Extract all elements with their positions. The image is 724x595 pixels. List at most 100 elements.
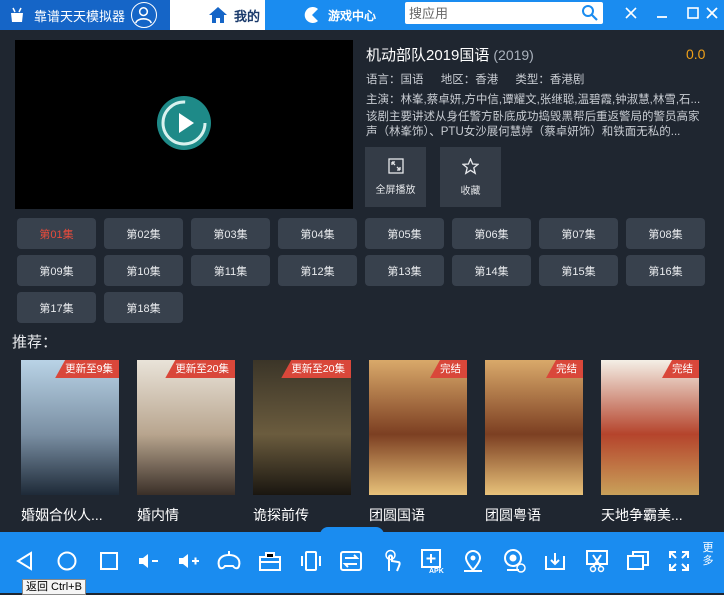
recommend-card[interactable]: 更新至20集 婚内情 xyxy=(137,360,235,525)
download-button[interactable] xyxy=(542,548,568,574)
episode-button[interactable]: 第12集 xyxy=(278,255,357,286)
recommend-title[interactable]: 团圆粤语 xyxy=(485,505,605,525)
shake-button[interactable] xyxy=(298,548,324,574)
movie-title: 机动部队2019国语 (2019) xyxy=(366,44,534,65)
close-search-button[interactable] xyxy=(616,0,646,26)
update-badge: 更新至20集 xyxy=(165,360,235,378)
episode-button[interactable]: 第01集 xyxy=(17,218,96,249)
app-logo-icon xyxy=(11,7,23,22)
movie-score: 0.0 xyxy=(686,46,706,62)
episode-button[interactable]: 第06集 xyxy=(452,218,531,249)
movie-meta: 语言：国语 地区：香港 类型：香港剧 xyxy=(366,71,598,87)
favorite-button[interactable]: 收藏 xyxy=(440,147,501,207)
back-button[interactable] xyxy=(12,548,38,574)
home-icon xyxy=(209,7,227,23)
window-close-button[interactable] xyxy=(700,0,724,26)
toolbox-icon xyxy=(259,552,281,571)
minimize-button[interactable] xyxy=(647,0,677,26)
recommend-card[interactable]: 完结 天地争霸美... xyxy=(601,360,699,525)
recent-apps-button[interactable] xyxy=(96,548,122,574)
recommend-card[interactable]: 更新至20集 诡探前传 xyxy=(253,360,351,525)
episode-button[interactable]: 第11集 xyxy=(191,255,270,286)
episode-button[interactable]: 第07集 xyxy=(539,218,618,249)
recommend-title[interactable]: 团圆国语 xyxy=(369,505,489,525)
poster-image[interactable]: 更新至20集 xyxy=(137,360,235,495)
recommend-label: 推荐： xyxy=(12,334,58,351)
episode-button[interactable]: 第16集 xyxy=(626,255,705,286)
episode-button[interactable]: 第15集 xyxy=(539,255,618,286)
poster-image[interactable]: 完结 xyxy=(369,360,467,495)
touch-hand-icon xyxy=(385,549,401,572)
location-pin-icon xyxy=(464,550,482,572)
location-button[interactable] xyxy=(460,548,486,574)
episode-button[interactable]: 第08集 xyxy=(626,218,705,249)
tab-mine[interactable]: 我的 xyxy=(170,0,265,30)
sync-button[interactable] xyxy=(338,548,364,574)
movie-region: 地区：香港 xyxy=(440,74,499,86)
search-input[interactable] xyxy=(405,2,565,24)
favorite-label: 收藏 xyxy=(460,185,481,197)
close-icon xyxy=(706,7,718,19)
search-icon[interactable] xyxy=(581,4,599,22)
recommend-card[interactable]: 完结 团圆国语 xyxy=(369,360,467,525)
recommend-card[interactable]: 完结 团圆粤语 xyxy=(485,360,583,525)
recommend-title[interactable]: 诡探前传 xyxy=(253,505,373,525)
volume-up-icon xyxy=(179,554,199,568)
expand-arrows-icon xyxy=(669,551,689,571)
tab-game-center[interactable]: 游戏中心 xyxy=(298,0,406,30)
fullscreen-play-button[interactable]: 全屏播放 xyxy=(365,147,426,207)
episode-button[interactable]: 第13集 xyxy=(365,255,444,286)
poster-image[interactable]: 完结 xyxy=(601,360,699,495)
volume-up-button[interactable] xyxy=(176,548,202,574)
episode-button[interactable]: 第09集 xyxy=(17,255,96,286)
update-badge: 完结 xyxy=(662,360,699,378)
tab-mine-label: 我的 xyxy=(234,8,261,24)
episode-button[interactable]: 第05集 xyxy=(365,218,444,249)
multi-window-icon xyxy=(627,551,649,570)
user-avatar-icon[interactable] xyxy=(131,2,157,28)
episode-button[interactable]: 第04集 xyxy=(278,218,357,249)
tab-game-label: 游戏中心 xyxy=(328,8,377,23)
fullscreen-toggle-button[interactable] xyxy=(666,548,692,574)
maximize-icon xyxy=(687,7,699,19)
play-icon[interactable] xyxy=(156,95,212,151)
gamepad-button[interactable] xyxy=(216,548,242,574)
episode-button[interactable]: 第14集 xyxy=(452,255,531,286)
webcam-icon xyxy=(504,549,526,573)
fullscreen-icon xyxy=(387,158,404,174)
poster-image[interactable]: 更新至9集 xyxy=(21,360,119,495)
install-apk-button[interactable]: APK xyxy=(420,548,446,574)
more-button[interactable]: 更多 xyxy=(700,542,716,568)
episode-button[interactable]: 第17集 xyxy=(17,292,96,323)
episode-button[interactable]: 第10集 xyxy=(104,255,183,286)
search-box[interactable] xyxy=(405,2,603,24)
app-title: 靠谱天天模拟器 xyxy=(34,8,126,24)
episode-button[interactable]: 第02集 xyxy=(104,218,183,249)
screenshot-button[interactable] xyxy=(584,548,610,574)
episode-button[interactable]: 第03集 xyxy=(191,218,270,249)
poster-image[interactable]: 完结 xyxy=(485,360,583,495)
update-badge: 更新至20集 xyxy=(281,360,351,378)
recommend-card[interactable]: 更新至9集 婚姻合伙人... xyxy=(21,360,119,525)
camera-button[interactable] xyxy=(501,548,527,574)
episode-button[interactable]: 第18集 xyxy=(104,292,183,323)
multi-window-button[interactable] xyxy=(625,548,651,574)
recommend-title[interactable]: 婚内情 xyxy=(137,505,257,525)
poster-image[interactable]: 更新至20集 xyxy=(253,360,351,495)
touch-button[interactable] xyxy=(379,548,405,574)
title-bar: 靠谱天天模拟器 我的 游戏中心 xyxy=(0,0,724,30)
update-badge: 完结 xyxy=(546,360,583,378)
toolbox-button[interactable] xyxy=(257,548,283,574)
video-player[interactable] xyxy=(15,40,353,209)
home-button[interactable] xyxy=(54,548,80,574)
movie-description: 该剧主要讲述从身任警方卧底成功捣毁黑帮后重返警局的警员高家声（林峯饰）、PTU女… xyxy=(366,111,700,138)
download-tray-icon xyxy=(545,553,565,570)
recommend-title[interactable]: 婚姻合伙人... xyxy=(21,505,141,525)
movie-language: 语言：国语 xyxy=(366,74,424,86)
movie-actors: 主演：林峯,蔡卓妍,方中信,谭耀文,张继聪,温碧霞,钟淑慧,林雪,石... xyxy=(366,94,701,106)
close-icon xyxy=(625,7,637,19)
recommend-title[interactable]: 天地争霸美... xyxy=(601,505,721,525)
movie-type: 类型：香港剧 xyxy=(515,74,585,86)
volume-down-button[interactable] xyxy=(136,548,162,574)
bottom-toolbar: APK 更多 xyxy=(0,532,724,593)
